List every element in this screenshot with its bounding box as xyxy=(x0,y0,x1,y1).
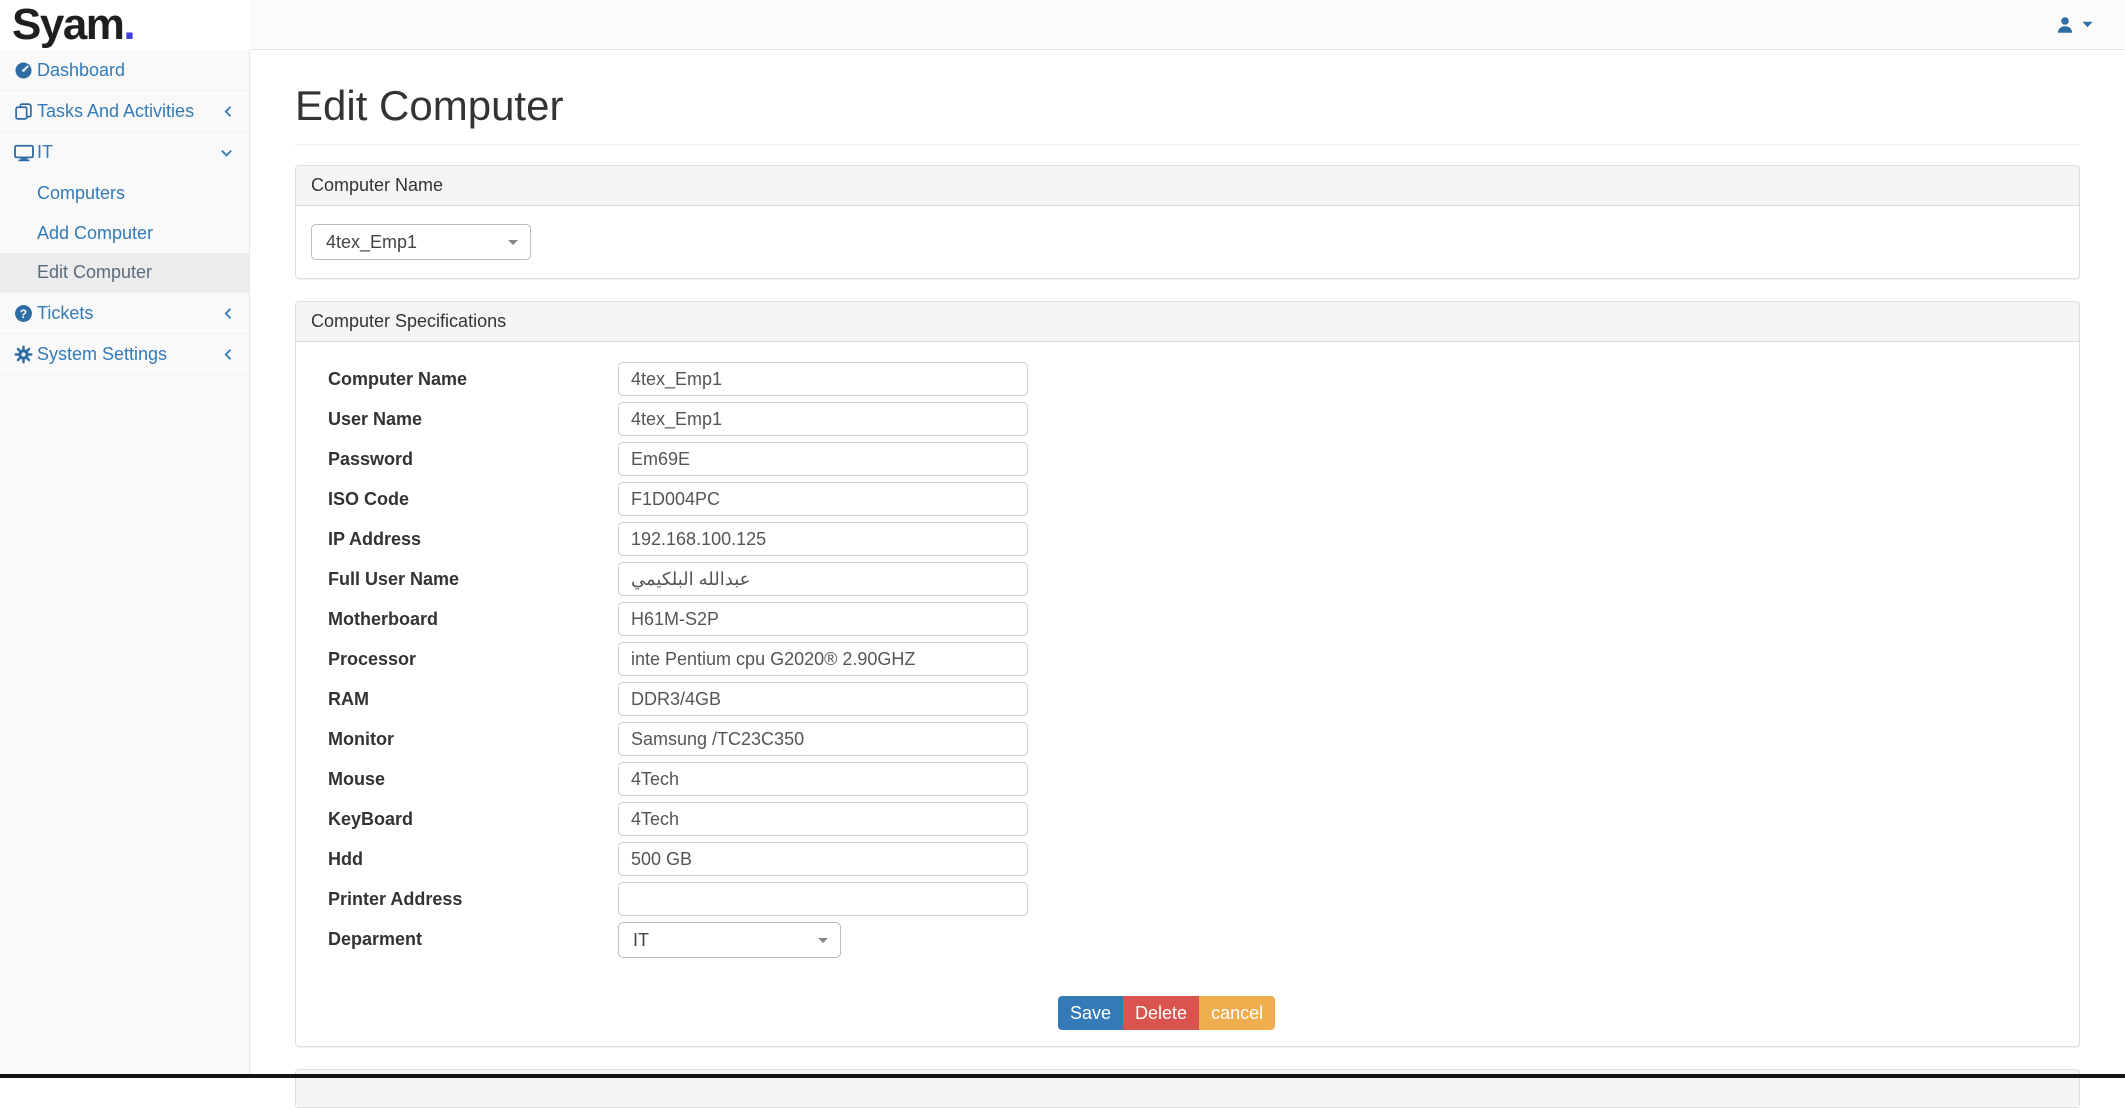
field-label-printer-address: Printer Address xyxy=(328,889,463,909)
user-menu[interactable] xyxy=(2055,15,2093,35)
specifications-form: Computer Name User Name Password ISO Code IP… xyxy=(296,342,2079,1046)
field-label-ip-address: IP Address xyxy=(328,529,422,549)
sidebar-item-tickets[interactable]: ? Tickets xyxy=(0,293,249,334)
form-buttons: Save Delete cancel xyxy=(1058,996,2064,1030)
sidebar-item-it[interactable]: IT xyxy=(0,132,249,173)
field-label-keyboard: KeyBoard xyxy=(328,809,414,829)
sidebar-item-label: Tasks And Activities xyxy=(37,100,195,121)
field-input-mouse[interactable] xyxy=(618,762,1028,796)
field-input-motherboard[interactable] xyxy=(618,602,1028,636)
cancel-button[interactable]: cancel xyxy=(1199,996,1276,1030)
logo[interactable]: Syam. xyxy=(0,0,250,50)
field-input-monitor[interactable] xyxy=(618,722,1028,756)
save-button[interactable]: Save xyxy=(1058,996,1124,1030)
sidebar-item-system-settings[interactable]: System Settings xyxy=(0,334,249,375)
svg-text:?: ? xyxy=(20,306,27,320)
form-row-mouse: Mouse xyxy=(311,762,2064,796)
navbar xyxy=(250,0,2125,50)
field-input-ip-address[interactable] xyxy=(618,522,1028,556)
field-label-full-user-name: Full User Name xyxy=(328,569,460,589)
computer-name-panel: Computer Name 4tex_Emp1 xyxy=(295,165,2080,279)
user-icon xyxy=(2055,15,2075,35)
desktop-icon xyxy=(14,143,37,162)
chevron-left-icon xyxy=(223,105,233,118)
field-input-computer-name[interactable] xyxy=(618,362,1028,396)
form-row-iso-code: ISO Code xyxy=(311,482,2064,516)
form-row-monitor: Monitor xyxy=(311,722,2064,756)
select-caret-icon xyxy=(818,937,828,943)
field-input-printer-address[interactable] xyxy=(618,882,1028,916)
sidebar-item-add-computer[interactable]: Add Computer xyxy=(0,213,249,253)
field-label-mouse: Mouse xyxy=(328,769,386,789)
field-input-password[interactable] xyxy=(618,442,1028,476)
field-label-processor: Processor xyxy=(328,649,417,669)
gear-icon xyxy=(14,345,37,364)
chevron-down-icon xyxy=(220,148,233,158)
form-row-user-name: User Name xyxy=(311,402,2064,436)
form-row-deparment: Deparment IT xyxy=(311,922,2064,958)
field-input-processor[interactable] xyxy=(618,642,1028,676)
form-row-full-user-name: Full User Name xyxy=(311,562,2064,596)
sidebar-item-label: System Settings xyxy=(37,343,168,364)
form-row-motherboard: Motherboard xyxy=(311,602,2064,636)
field-input-hdd[interactable] xyxy=(618,842,1028,876)
question-icon: ? xyxy=(14,304,37,323)
form-row-keyboard: KeyBoard xyxy=(311,802,2064,836)
dashboard-icon xyxy=(14,61,37,80)
select-caret-icon xyxy=(508,239,518,245)
page-title: Edit Computer xyxy=(295,82,564,129)
form-row-password: Password xyxy=(311,442,2064,476)
specifications-panel: Computer Specifications Computer Name Use… xyxy=(295,301,2080,1047)
title-divider xyxy=(295,144,2080,145)
form-row-ip-address: IP Address xyxy=(311,522,2064,556)
sidebar-item-tasks-and-activities[interactable]: Tasks And Activities xyxy=(0,91,249,132)
field-input-full-user-name[interactable] xyxy=(618,562,1028,596)
form-row-computer-name: Computer Name xyxy=(311,362,2064,396)
field-label-hdd: Hdd xyxy=(328,849,363,869)
sidebar-item-label: Dashboard xyxy=(37,59,126,80)
field-input-iso-code[interactable] xyxy=(618,482,1028,516)
computer-name-select[interactable]: 4tex_Emp1 xyxy=(311,224,531,260)
sidebar-item-computers[interactable]: Computers xyxy=(0,173,249,213)
sidebar: Dashboard Tasks And Activities IT Computers… xyxy=(0,50,250,1078)
delete-button[interactable]: Delete xyxy=(1123,996,1200,1030)
brand-dot: . xyxy=(123,0,135,49)
caret-down-icon xyxy=(2082,21,2093,28)
field-label-deparment: Deparment xyxy=(328,929,423,949)
field-label-computer-name: Computer Name xyxy=(328,369,468,389)
field-input-user-name[interactable] xyxy=(618,402,1028,436)
department-select[interactable]: IT xyxy=(618,922,841,958)
field-label-password: Password xyxy=(328,449,414,469)
computer-name-select-value: 4tex_Emp1 xyxy=(326,231,418,252)
field-input-keyboard[interactable] xyxy=(618,802,1028,836)
top-header: Syam. xyxy=(0,0,2125,50)
chevron-left-icon xyxy=(223,307,233,320)
form-row-hdd: Hdd xyxy=(311,842,2064,876)
computer-name-panel-header: Computer Name xyxy=(296,166,2079,206)
form-row-printer-address: Printer Address xyxy=(311,882,2064,916)
specifications-panel-header: Computer Specifications xyxy=(296,302,2079,342)
field-label-monitor: Monitor xyxy=(328,729,394,749)
field-label-iso-code: ISO Code xyxy=(328,489,410,509)
brand-name: Syam xyxy=(12,0,125,49)
computer-name-panel-body: 4tex_Emp1 xyxy=(296,206,2079,278)
chevron-left-icon xyxy=(223,348,233,361)
sidebar-item-edit-computer[interactable]: Edit Computer xyxy=(0,253,249,293)
field-label-user-name: User Name xyxy=(328,409,423,429)
field-label-motherboard: Motherboard xyxy=(328,609,438,629)
sidebar-item-label: Tickets xyxy=(37,302,94,323)
bottom-scroll-strip xyxy=(0,1074,2125,1078)
main-content: Edit Computer Computer Name 4tex_Emp1 Co… xyxy=(250,50,2125,1108)
form-row-processor: Processor xyxy=(311,642,2064,676)
department-select-value: IT xyxy=(633,929,649,950)
field-label-ram: RAM xyxy=(328,689,369,709)
field-input-ram[interactable] xyxy=(618,682,1028,716)
sidebar-item-dashboard[interactable]: Dashboard xyxy=(0,50,249,91)
sidebar-item-label: IT xyxy=(37,142,53,162)
form-row-ram: RAM xyxy=(311,682,2064,716)
tasks-icon xyxy=(14,102,37,121)
